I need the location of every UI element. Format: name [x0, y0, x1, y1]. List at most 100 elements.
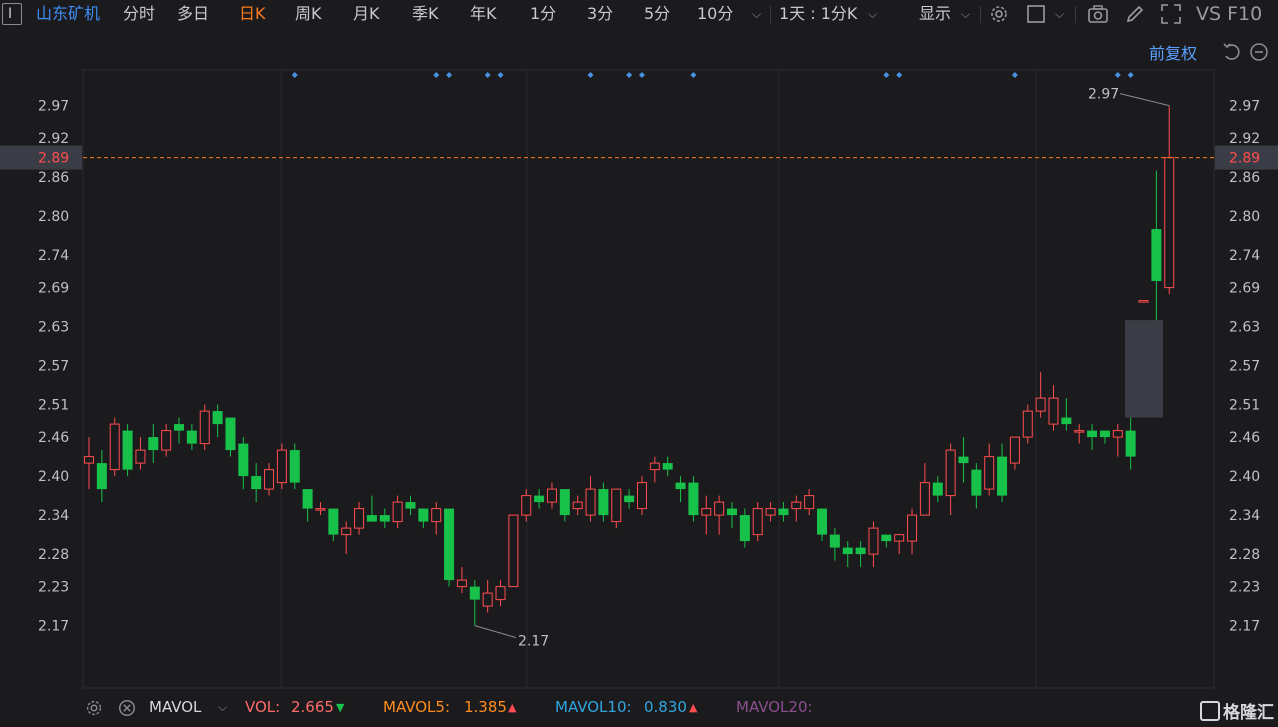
candle-body — [495, 586, 506, 601]
event-marker-icon — [1011, 72, 1018, 78]
candle-body — [932, 482, 943, 496]
candle-body — [212, 411, 223, 425]
candle-body — [109, 423, 120, 471]
candle-body — [225, 417, 236, 451]
candle-body — [1099, 430, 1110, 438]
arrow-up-icon: ▲ — [508, 701, 517, 714]
event-marker-icon — [638, 72, 645, 78]
candle-body — [727, 508, 737, 516]
candle-body — [289, 450, 300, 483]
y-axis-label-left: 2.40 — [38, 469, 69, 485]
y-axis-label-left: 2.28 — [38, 547, 69, 563]
y-axis-label-right: 2.28 — [1229, 547, 1260, 563]
y-axis-label-right: 2.97 — [1229, 99, 1260, 115]
candle-body — [1074, 430, 1085, 433]
candle-body — [238, 443, 249, 477]
candle-body — [791, 501, 802, 510]
candle-body — [199, 410, 210, 445]
candle-body — [1009, 436, 1020, 464]
candle-body — [186, 430, 197, 444]
y-axis-label-left: 2.46 — [38, 430, 69, 446]
candle-body — [84, 456, 94, 464]
candle-body — [392, 501, 403, 523]
candle-body — [469, 586, 480, 600]
high-annotation: 2.97 — [1088, 87, 1119, 103]
candle-body — [842, 547, 853, 555]
mavol5-label: MAVOL5: — [383, 698, 451, 716]
y-axis-label-right: 2.23 — [1229, 580, 1260, 596]
candle-body — [251, 476, 262, 490]
candle-body — [611, 488, 622, 523]
candle-body — [881, 534, 892, 542]
settings-icon[interactable] — [84, 698, 104, 718]
candle-body — [688, 482, 699, 516]
y-axis-label-left: 2.92 — [38, 131, 69, 147]
candle-body — [919, 482, 930, 516]
candlestick-chart[interactable]: 2.97 2.17 2.97 2.97 2.92 2.92 2.86 2.86 2.80 2.8… — [0, 0, 1278, 727]
candle-body — [341, 527, 352, 536]
candle-body — [264, 469, 275, 490]
event-marker-icon — [291, 72, 298, 78]
close-icon[interactable] — [117, 698, 137, 718]
plot-frame — [82, 69, 1215, 689]
brand-logo: 格隆汇 — [1200, 698, 1274, 723]
candle-body — [161, 430, 172, 451]
mavol20-label: MAVOL20: — [736, 698, 813, 716]
candle-body — [971, 469, 982, 496]
annotation-line — [474, 625, 517, 639]
candle-body — [315, 508, 326, 511]
event-marker-icon — [1114, 72, 1121, 78]
candle-body — [276, 449, 287, 484]
candle-body — [958, 456, 969, 464]
candle-body — [148, 437, 159, 451]
event-marker-icon — [626, 72, 633, 78]
candle-body — [366, 515, 377, 522]
arrow-down-icon: ▼ — [336, 701, 345, 714]
y-axis-label-left: 2.97 — [38, 99, 69, 115]
y-axis-label-left: 2.80 — [38, 209, 69, 225]
y-axis-label-right: 2.69 — [1229, 281, 1260, 297]
candle-body — [1087, 430, 1098, 438]
candle-body — [482, 592, 493, 607]
candle-body — [1112, 430, 1123, 438]
candle-body — [444, 508, 455, 581]
event-marker-icon — [497, 72, 504, 78]
candle-body — [675, 482, 686, 490]
y-axis-label-left: 2.63 — [38, 320, 69, 336]
y-axis-label-right: 2.17 — [1229, 619, 1260, 635]
y-axis-label-left: 2.17 — [38, 619, 69, 635]
y-axis-label-right: 2.92 — [1229, 131, 1260, 147]
candle-body — [328, 508, 339, 535]
candle-body — [765, 508, 776, 516]
candle-body — [122, 430, 133, 470]
candle-body — [1022, 410, 1033, 438]
candle-body — [817, 508, 828, 535]
candle-body — [379, 515, 390, 522]
event-marker-icon — [433, 72, 440, 78]
event-marker-icon — [883, 72, 890, 78]
y-axis-label-left: 2.74 — [38, 248, 69, 264]
candle-body — [636, 482, 647, 510]
event-marker-icon — [484, 72, 491, 78]
candle-body — [456, 579, 467, 588]
event-marker-icon — [690, 72, 697, 78]
candle-body — [1151, 229, 1162, 282]
event-marker-icon — [1127, 72, 1134, 78]
candle-body — [598, 489, 609, 516]
candle-body — [1125, 430, 1136, 457]
candle-body — [1061, 417, 1072, 425]
candle-body — [559, 489, 570, 516]
y-axis-label-right: 2.46 — [1229, 430, 1260, 446]
y-axis-label-right: 2.57 — [1229, 359, 1260, 375]
candle-body — [1048, 397, 1059, 425]
chevron-down-icon[interactable]: ⌵ — [218, 700, 227, 715]
candle-body — [778, 508, 789, 516]
indicator-name[interactable]: MAVOL — [149, 698, 201, 716]
annotation-line — [1119, 93, 1170, 107]
candle-body — [354, 508, 365, 529]
candle-body — [855, 547, 866, 555]
candle-body — [302, 489, 313, 509]
vol-label: VOL: — [245, 698, 281, 716]
event-marker-icon — [896, 72, 903, 78]
y-axis-label-left: 2.57 — [38, 359, 69, 375]
